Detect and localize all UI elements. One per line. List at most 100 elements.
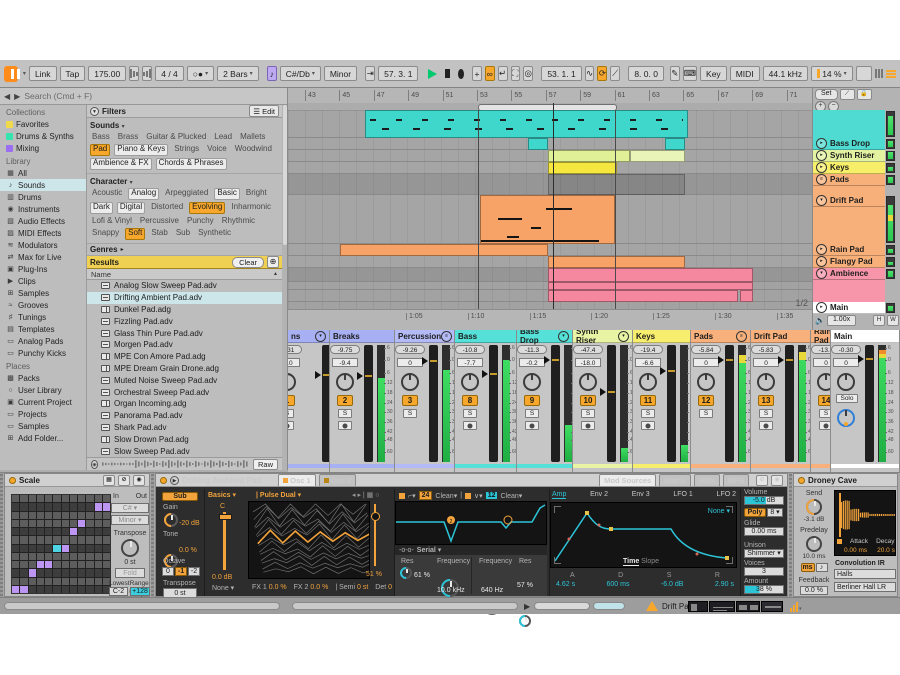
arrangement-clip[interactable]	[528, 138, 548, 150]
filter2-slope[interactable]: 12	[486, 492, 498, 499]
scale-grid-cell[interactable]	[78, 569, 85, 576]
scale-grid-cell[interactable]	[78, 561, 85, 568]
track-header-rain-pad[interactable]: ▸Rain Pad	[813, 244, 885, 256]
mixer-strip-bass[interactable]: Bass-10.8-7.78S6061218243036424860	[455, 330, 517, 472]
result-item[interactable]: MPE Dream Grain Drone.adg	[87, 363, 282, 375]
scale-grid-cell[interactable]	[37, 545, 44, 552]
scale-grid-cell[interactable]	[86, 512, 93, 519]
filter-tag-stab[interactable]: Stab	[149, 228, 169, 238]
result-item[interactable]: Shark Pad.adv	[87, 422, 282, 434]
filter-tag-pad[interactable]: Pad	[90, 144, 110, 156]
env-tab-lfo-1[interactable]: LFO 1	[673, 491, 692, 499]
scale-grid-cell[interactable]	[29, 503, 36, 510]
fold-icon[interactable]: ▸	[816, 162, 827, 173]
solo-button[interactable]: Solo	[836, 394, 858, 403]
scale-grid-cell[interactable]	[95, 578, 102, 585]
sidebar-item-drums-synths[interactable]: Drums & Synths	[0, 130, 86, 142]
tone-value[interactable]: 0.0 %	[179, 547, 197, 554]
scale-grid-cell[interactable]	[20, 536, 27, 543]
mixer-strip-bass-drop[interactable]: Bass Drop▾-11.3-0.29S6061218243036424860	[517, 330, 573, 472]
browser-search-bar[interactable]: ◀ ▶ Search (Cmd + F)	[0, 88, 287, 105]
sidebar-item-instruments[interactable]: ◉Instruments	[0, 203, 86, 215]
zoom-width-button[interactable]: W	[887, 315, 899, 326]
result-item[interactable]: Glass Thin Pure Pad.adv	[87, 327, 282, 339]
result-item[interactable]: Slow Drown Pad.adg	[87, 433, 282, 445]
scale-grid-cell[interactable]	[86, 578, 93, 585]
fold-icon[interactable]: ▸	[816, 256, 827, 267]
arm-button[interactable]	[759, 421, 773, 430]
filter1-res-knob[interactable]	[400, 567, 412, 579]
arrangement-clip[interactable]	[365, 110, 688, 138]
punch-out-icon[interactable]: ⟋	[610, 66, 620, 81]
peak-level-display[interactable]: -9.75	[330, 345, 360, 354]
wavetable-nav-icons[interactable]: ◂ ▸ | ▦ ○	[352, 491, 379, 499]
mixer-track-title[interactable]: Drift Pad	[751, 330, 810, 343]
scale-grid-cell[interactable]	[86, 495, 93, 502]
computer-midi-keyboard-icon[interactable]: ⌨	[683, 66, 697, 81]
sidebar-item-tunings[interactable]: ♯Tunings	[0, 311, 86, 323]
semi-field[interactable]: | Semi 0 st	[335, 584, 368, 591]
arrangement-clip[interactable]	[548, 282, 753, 290]
filter-tag-evolving[interactable]: Evolving	[189, 202, 225, 214]
track-activator-button[interactable]: 9	[524, 395, 540, 406]
scale-grid-cell[interactable]	[45, 495, 52, 502]
scale-grid-cell[interactable]	[20, 495, 27, 502]
beat-time-ruler[interactable]: 434547495153555759616365676971	[288, 88, 812, 104]
sidebar-item-user-library[interactable]: ○User Library	[0, 384, 86, 396]
sidebar-item-modulators[interactable]: ≋Modulators	[0, 239, 86, 251]
scale-grid-cell[interactable]	[20, 528, 27, 535]
scale-grid-cell[interactable]	[20, 578, 27, 585]
scale-grid-cell[interactable]	[86, 520, 93, 527]
scale-grid-cell[interactable]	[12, 520, 19, 527]
mixer-strip-ns[interactable]: ns▾-9.31-8.01S6061218243036424860	[288, 330, 330, 472]
transpose-knob[interactable]	[121, 539, 139, 557]
back-icon[interactable]: ◀	[4, 92, 10, 101]
mixer-track-title[interactable]: Keys	[633, 330, 690, 343]
sidebar-item-drums[interactable]: ▥Drums	[0, 191, 86, 203]
attack-on-icon[interactable]	[837, 539, 842, 544]
fx2-field[interactable]: FX 2 0.0 %	[294, 584, 329, 591]
transpose-value[interactable]: 0 st	[111, 559, 149, 566]
scale-grid-cell[interactable]	[45, 569, 52, 576]
scale-grid-cell[interactable]	[37, 553, 44, 560]
filter-tag-piano-keys[interactable]: Piano & Keys	[114, 144, 168, 156]
scale-grid-cell[interactable]	[29, 553, 36, 560]
octave-buttons[interactable]: 0-1-2	[162, 567, 200, 576]
fader-handle[interactable]	[315, 371, 321, 379]
scale-grid-cell[interactable]	[20, 545, 27, 552]
filter-tag-synthetic[interactable]: Synthetic	[196, 228, 233, 238]
sidebar-item-current-project[interactable]: ▣Current Project	[0, 396, 86, 408]
sidebar-item-plug-ins[interactable]: ▣Plug-Ins	[0, 263, 86, 275]
wavetable-name-dropdown[interactable]: | Pulse Dual ▾	[256, 491, 301, 499]
tab-mpe[interactable]: MPE	[723, 474, 749, 486]
glide-value[interactable]: 0.00 ms	[744, 527, 784, 536]
scale-grid-cell[interactable]	[29, 545, 36, 552]
solo-button[interactable]: S	[581, 409, 595, 418]
scale-grid-cell[interactable]	[70, 495, 77, 502]
scale-grid-cell[interactable]	[70, 528, 77, 535]
volume-value[interactable]: -7.7	[457, 358, 483, 367]
arrangement-clip[interactable]	[548, 150, 630, 162]
filter-tag-basic[interactable]: Basic	[214, 188, 240, 200]
volume-fader[interactable]	[785, 345, 794, 462]
arrangement-clip[interactable]	[548, 290, 738, 302]
scale-grid-cell[interactable]	[70, 586, 77, 593]
scale-grid-cell[interactable]	[86, 528, 93, 535]
fader-handle[interactable]	[858, 355, 864, 363]
fold-icon[interactable]: ▾	[618, 331, 629, 342]
scale-grid-cell[interactable]	[78, 512, 85, 519]
arrangement-clip[interactable]	[630, 150, 685, 162]
playback-speed-field[interactable]: 1.00x	[827, 315, 856, 326]
filter-tag-chords-phrases[interactable]: Chords & Phrases	[156, 158, 227, 170]
scale-grid-cell[interactable]	[37, 512, 44, 519]
fold-icon[interactable]: ▸	[816, 150, 827, 161]
record-button[interactable]	[458, 69, 464, 79]
mixer-track-title[interactable]: Pads≡	[691, 330, 750, 343]
pan-knob[interactable]	[336, 373, 354, 391]
octave-button-0[interactable]: 0	[162, 567, 174, 576]
scale-grid-cell[interactable]	[53, 553, 60, 560]
results-name-column-header[interactable]: Name▲	[87, 269, 282, 280]
scale-root-dropdown[interactable]: C# ▾	[111, 503, 149, 513]
fader-handle[interactable]	[600, 388, 606, 396]
fx1-field[interactable]: FX 1 0.0 %	[252, 584, 287, 591]
